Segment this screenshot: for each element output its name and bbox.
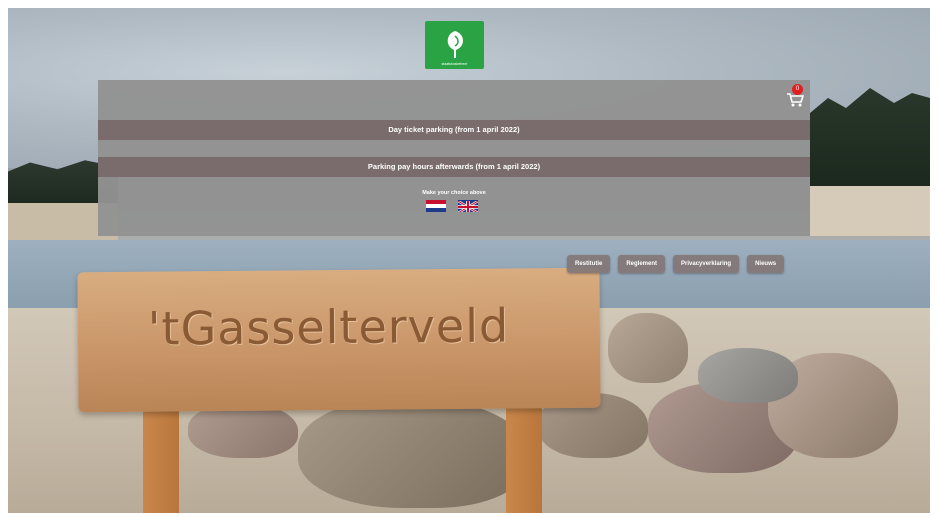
cart-count-badge: 0 [792, 84, 803, 95]
sign-post-left [143, 398, 179, 513]
nav-privacyverklaring[interactable]: Privacyverklaring [673, 255, 740, 273]
nav-nieuws[interactable]: Nieuws [747, 255, 785, 273]
trees-right [810, 88, 930, 188]
rock [608, 313, 688, 383]
cart-button[interactable]: 0 [786, 84, 804, 107]
tree-leaf-icon [447, 31, 463, 58]
flag-nl-icon[interactable] [426, 200, 446, 212]
sign-post-right [506, 403, 542, 513]
logo[interactable]: staatsbosbeheer [425, 21, 484, 69]
nav-reglement[interactable]: Reglement [618, 255, 666, 273]
rock [698, 348, 798, 403]
wooden-sign: 'tGasselterveld [77, 267, 601, 413]
rock [188, 403, 298, 458]
flag-uk-icon[interactable] [458, 200, 478, 212]
option-pay-afterwards[interactable]: Parking pay hours afterwards (from 1 apr… [98, 157, 810, 177]
ticket-panel: 0 Day ticket parking (from 1 april 2022)… [98, 80, 810, 236]
option-day-ticket[interactable]: Day ticket parking (from 1 april 2022) [98, 120, 810, 140]
bottom-nav: Restitutie Reglement Privacyverklaring N… [567, 255, 785, 273]
rock [298, 398, 528, 508]
shore-right [810, 186, 930, 236]
sign-text: 'tGasselterveld [147, 298, 510, 356]
nav-restitutie[interactable]: Restitutie [567, 255, 611, 273]
choice-instruction: Make your choice above [422, 190, 486, 196]
logo-text: staatsbosbeheer [441, 62, 468, 66]
language-selector [426, 200, 478, 212]
